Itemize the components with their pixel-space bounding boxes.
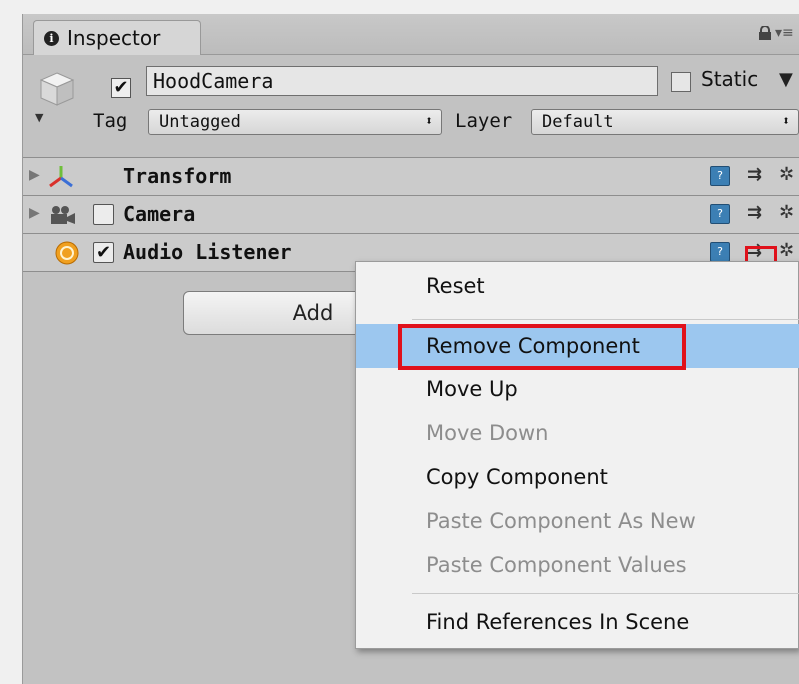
layer-value: Default [542,112,614,132]
tab-inspector[interactable]: i Inspector [33,20,201,55]
tab-label: Inspector [67,26,161,50]
component-enabled-checkbox[interactable] [93,204,114,225]
static-checkbox[interactable] [671,72,691,92]
component-context-menu: Reset Remove Component Move Up Move Down… [355,261,799,649]
help-icon[interactable]: ? [710,204,730,224]
tab-bar: i Inspector ▾≡ [23,14,799,55]
layer-label: Layer [455,110,513,132]
cube-icon [39,72,75,106]
transform-icon [49,166,73,188]
tag-dropdown-arrow-icon: ⬍ [425,114,433,129]
menu-item-paste-component-values: Paste Component Values [426,553,687,577]
foldout-arrow-icon[interactable]: ▶ [29,205,40,221]
component-name: Camera [123,202,196,226]
active-checkbox[interactable]: ✔ [111,78,131,98]
cube-dropdown-arrow-icon[interactable]: ▼ [35,111,43,124]
object-name-field[interactable]: HoodCamera [146,66,658,96]
gear-icon[interactable]: ✲ [779,202,794,223]
menu-item-copy-component[interactable]: Copy Component [356,455,799,499]
camera-icon [51,206,75,224]
lock-icon[interactable] [757,26,773,40]
layer-dropdown-arrow-icon: ⬍ [782,114,790,129]
foldout-arrow-icon[interactable]: ▶ [29,167,40,183]
component-enabled-checkbox[interactable]: ✔ [93,242,114,263]
object-header: ▼ ✔ HoodCamera Static ▼ Tag Untagged ⬍ L… [23,55,799,158]
help-icon[interactable]: ? [710,166,730,186]
menu-separator [412,593,799,594]
add-component-label: Add [292,301,334,325]
menu-separator [412,319,799,320]
gear-icon[interactable]: ✲ [779,240,794,261]
preset-icon[interactable]: ⇉ [747,164,762,185]
menu-item-paste-component-as-new: Paste Component As New [426,509,696,533]
component-camera[interactable]: ▶ Camera ? ⇉ ✲ [23,196,799,234]
gear-icon[interactable]: ✲ [779,164,794,185]
layer-dropdown[interactable]: Default ⬍ [531,109,799,135]
menu-dots-icon[interactable]: ▾≡ [775,25,794,41]
menu-item-find-references[interactable]: Find References In Scene [356,600,799,644]
help-icon[interactable]: ? [710,242,730,262]
static-dropdown-arrow-icon[interactable]: ▼ [779,69,793,90]
menu-item-reset[interactable]: Reset [356,264,799,308]
preset-icon[interactable]: ⇉ [747,202,762,223]
audio-listener-icon [55,241,79,265]
component-transform[interactable]: ▶ Transform ? ⇉ ✲ [23,158,799,196]
static-label: Static [701,67,759,91]
tag-label: Tag [93,110,128,132]
tag-value: Untagged [159,112,241,132]
menu-item-move-down: Move Down [426,421,549,445]
tag-dropdown[interactable]: Untagged ⬍ [148,109,442,135]
component-name: Transform [123,164,232,188]
menu-item-move-up[interactable]: Move Up [356,367,799,411]
component-name: Audio Listener [123,240,292,264]
remove-component-highlight-annotation [398,324,686,370]
info-icon: i [44,30,59,46]
